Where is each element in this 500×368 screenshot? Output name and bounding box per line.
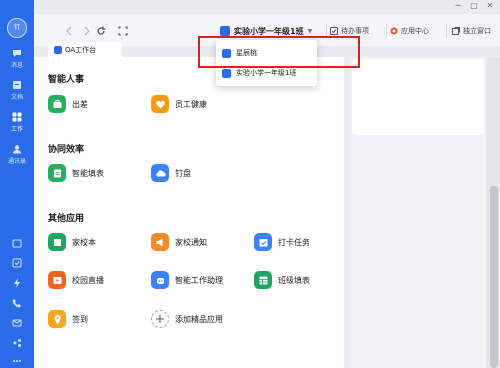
organization-name: 实验小学一年级1班 [234, 26, 304, 36]
app-checkin-task[interactable]: 打卡任务 [254, 233, 310, 251]
app-label: 出差 [72, 99, 88, 109]
grid-icon [12, 112, 22, 122]
more-icon[interactable] [12, 356, 22, 366]
app-center-icon [390, 27, 398, 35]
add-app-button[interactable]: + 添加精品应用 [151, 310, 223, 328]
left-sidebar: 钉 消息 文档 工作 通讯录 [0, 0, 34, 368]
app-label: 员工健康 [175, 99, 207, 109]
book-icon [48, 233, 66, 251]
lightning-icon[interactable] [12, 278, 22, 288]
section-title: 协同效率 [48, 145, 85, 155]
calendar-icon[interactable] [12, 238, 22, 248]
workbench-icon [54, 45, 62, 54]
app-label: 签到 [72, 314, 88, 324]
app-label: 钉盘 [175, 168, 191, 178]
app-ding-drive[interactable]: 钉盘 [151, 164, 191, 182]
app-label: 添加精品应用 [175, 314, 223, 324]
cloud-icon [151, 164, 169, 182]
app-employee-health[interactable]: 员工健康 [151, 95, 207, 113]
phone-icon[interactable] [12, 298, 22, 308]
app-label: 打卡任务 [278, 237, 310, 247]
minimize-button[interactable]: ─ [452, 1, 464, 11]
avatar[interactable]: 钉 [7, 18, 27, 38]
standalone-window-label: 独立窗口 [463, 27, 491, 35]
fullscreen-icon[interactable] [118, 26, 128, 36]
plus-icon: + [151, 310, 169, 328]
chat-icon [13, 50, 21, 57]
refresh-icon[interactable] [96, 26, 106, 36]
checkbox-icon[interactable] [12, 258, 22, 268]
app-center-button[interactable]: 应用中心 [390, 26, 429, 36]
app-label: 班级填表 [278, 275, 310, 285]
robot-icon [151, 271, 169, 289]
toolbar-divider [386, 24, 387, 38]
app-home-school-book[interactable]: 家校本 [48, 233, 96, 251]
app-center-label: 应用中心 [401, 27, 429, 35]
forward-icon[interactable] [82, 26, 92, 36]
section-title: 其他应用 [48, 214, 85, 224]
sidebar-item-label: 工作 [10, 126, 23, 133]
heart-icon [151, 95, 169, 113]
app-label: 家校通知 [175, 237, 207, 247]
app-label: 校园直播 [72, 275, 104, 285]
scrollbar-thumb[interactable] [490, 186, 498, 368]
close-button[interactable]: ✕ [484, 1, 496, 11]
back-icon[interactable] [64, 26, 74, 36]
tab-label: OA工作台 [65, 45, 97, 54]
right-panel-card [352, 59, 484, 135]
organization-logo-icon [220, 26, 230, 36]
todo-icon [330, 27, 338, 35]
app-class-form[interactable]: 班级填表 [254, 271, 310, 289]
app-label: 智能填表 [72, 168, 104, 178]
calendar-check-icon [254, 233, 272, 251]
app-campus-live[interactable]: 校园直播 [48, 271, 104, 289]
location-pin-icon [48, 310, 66, 328]
annotation-highlight-box [198, 36, 360, 68]
app-school-notice[interactable]: 家校通知 [151, 233, 207, 251]
document-icon [13, 81, 21, 89]
video-icon [48, 271, 66, 289]
briefcase-icon [48, 95, 66, 113]
share-icon[interactable] [12, 338, 22, 348]
form-icon [48, 164, 66, 182]
section-title: 智能人事 [48, 75, 85, 85]
window-icon [452, 27, 460, 35]
app-label: 家校本 [72, 237, 96, 247]
sidebar-item-work[interactable]: 工作 [0, 112, 34, 140]
standalone-window-button[interactable]: 独立窗口 [452, 26, 491, 36]
sidebar-item-messages[interactable]: 消息 [0, 48, 34, 76]
sidebar-item-label: 文档 [10, 94, 23, 101]
sidebar-item-label: 通讯录 [7, 158, 26, 165]
todo-label: 待办事项 [341, 27, 369, 35]
app-smart-form[interactable]: 智能填表 [48, 164, 104, 182]
chevron-down-icon: ▼ [307, 27, 313, 35]
app-business-trip[interactable]: 出差 [48, 95, 88, 113]
contacts-icon [13, 145, 21, 154]
toolbar-divider [446, 24, 447, 38]
table-icon [254, 271, 272, 289]
organization-logo-icon [222, 68, 231, 78]
sidebar-item-contacts[interactable]: 通讯录 [0, 144, 34, 172]
tab-oa-workbench[interactable]: OA工作台 [48, 42, 122, 57]
megaphone-icon [151, 233, 169, 251]
sidebar-item-docs[interactable]: 文档 [0, 80, 34, 108]
todo-button[interactable]: 待办事项 [330, 26, 369, 36]
app-smart-assistant[interactable]: 智能工作助理 [151, 271, 223, 289]
maximize-button[interactable]: □ [468, 1, 480, 11]
dropdown-item-label: 实验小学一年级1班 [236, 69, 297, 77]
sidebar-item-label: 消息 [10, 62, 23, 69]
mail-icon[interactable] [12, 318, 22, 328]
app-sign-in[interactable]: 签到 [48, 310, 88, 328]
app-label: 智能工作助理 [175, 275, 223, 285]
